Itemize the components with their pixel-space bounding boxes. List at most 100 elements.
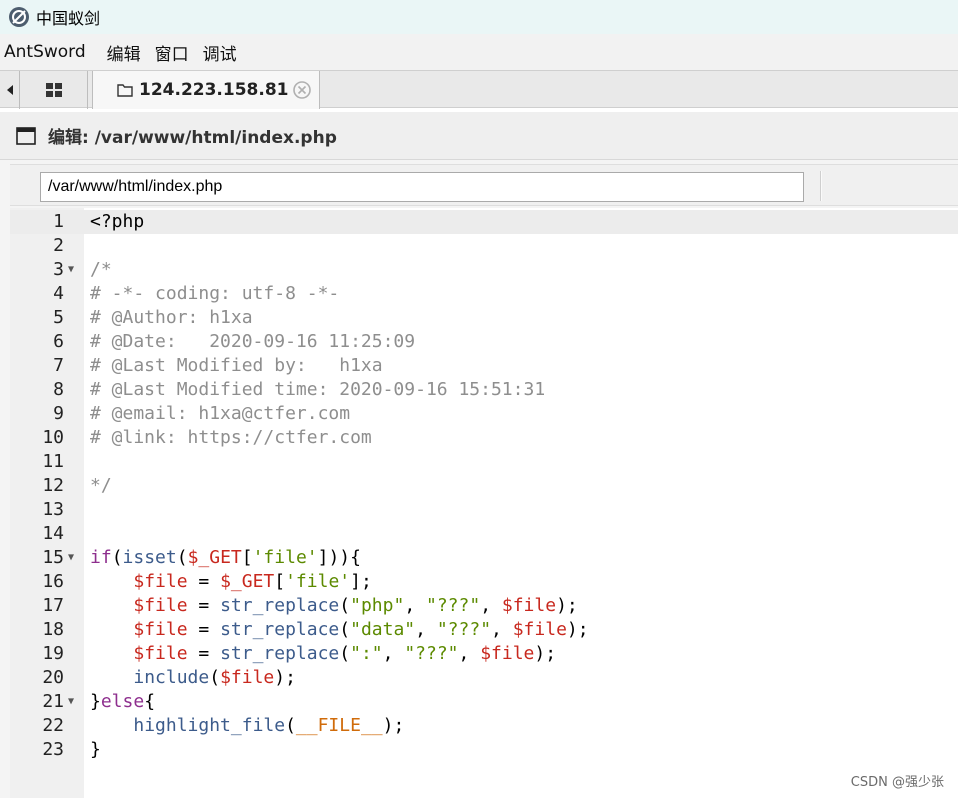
code-token: ( (209, 667, 221, 688)
tab-host[interactable]: 124.223.158.81 (92, 71, 320, 109)
line-number: 17 (42, 595, 64, 616)
line-number: 21 (42, 691, 64, 712)
line-number: 23 (42, 739, 64, 760)
code-token: ])){ (317, 547, 361, 568)
line-number: 10 (42, 427, 64, 448)
line-number: 2 (53, 235, 64, 256)
fold-arrow-icon[interactable]: ▼ (68, 546, 74, 570)
code-token: "???" (436, 619, 492, 640)
code-token: ( (339, 619, 351, 640)
code-token: $file (480, 643, 535, 664)
code-line[interactable]: 15 ▼ if(isset($_GET['file'])){ (10, 546, 958, 570)
code-token: # -*- coding: utf-8 -*- (90, 283, 340, 304)
line-number: 6 (53, 331, 64, 352)
line-number: 15 (42, 547, 64, 568)
code-text: # @Author: h1xa (90, 306, 253, 330)
code-line[interactable]: 8 # @Last Modified time: 2020-09-16 15:51… (10, 378, 958, 402)
code-text: # @Last Modified time: 2020-09-16 15:51:… (90, 378, 545, 402)
code-text: # @link: https://ctfer.com (90, 426, 372, 450)
file-path-input[interactable] (40, 172, 804, 202)
line-number: 13 (42, 499, 64, 520)
tab-scroll-left-button[interactable] (0, 71, 20, 109)
code-line[interactable]: 13 (10, 498, 958, 522)
code-line[interactable]: 11 (10, 450, 958, 474)
code-line[interactable]: 6 # @Date: 2020-09-16 11:25:09 (10, 330, 958, 354)
code-text: $file = $_GET['file']; (90, 570, 371, 594)
code-editor[interactable]: 1 <?php 2 3 ▼/* 4 # -*- coding: utf-8 -*- 5 # @A… (10, 208, 958, 798)
code-token: __FILE__ (295, 715, 383, 736)
code-token: { (144, 691, 156, 712)
panel-header: 编辑: /var/www/html/index.php (0, 112, 958, 160)
panel-title: 编辑: /var/www/html/index.php (48, 128, 337, 148)
line-number: 19 (42, 643, 64, 664)
code-text: # @Last Modified by: h1xa (90, 354, 383, 378)
code-token: = (187, 571, 221, 592)
close-tab-icon[interactable] (292, 80, 312, 100)
code-line[interactable]: 22 highlight_file(__FILE__); (10, 714, 958, 738)
fold-arrow-icon[interactable]: ▼ (68, 258, 74, 282)
menu-window[interactable]: 窗口 (148, 40, 196, 65)
code-line[interactable]: 17 $file = str_replace("php", "???", $fi… (10, 594, 958, 618)
code-line[interactable]: 10 # @link: https://ctfer.com (10, 426, 958, 450)
code-token: # @Last Modified by: h1xa (90, 355, 383, 376)
line-number: 12 (42, 475, 64, 496)
watermark: CSDN @强少张 (850, 775, 944, 790)
code-line[interactable]: 3 ▼ /* (10, 258, 958, 282)
code-token: "???" (426, 595, 481, 616)
code-token: $file (133, 595, 188, 616)
line-number: 3 (53, 259, 64, 280)
code-token: # @Last Modified time: 2020-09-16 15:51:… (90, 379, 546, 400)
code-line[interactable]: 20 include($file); (10, 666, 958, 690)
window-icon (16, 126, 36, 145)
code-token: $file (220, 667, 275, 688)
code-token: highlight_file (133, 715, 286, 736)
code-token: } (90, 691, 101, 712)
code-token: ( (339, 643, 351, 664)
fold-arrow-icon[interactable]: ▼ (68, 690, 74, 714)
code-text: /* (90, 258, 112, 282)
code-token: str_replace (220, 643, 340, 664)
code-line[interactable]: 23} (10, 738, 958, 762)
code-line[interactable]: 9 # @email: h1xa@ctfer.com (10, 402, 958, 426)
code-token: include (133, 667, 210, 688)
line-number: 20 (42, 667, 64, 688)
code-line[interactable]: 2 (10, 234, 958, 258)
line-number: 22 (42, 715, 64, 736)
code-line[interactable]: 21 ▼}else{ (10, 690, 958, 714)
line-number: 5 (53, 307, 64, 328)
code-token: [ (241, 547, 253, 568)
code-token: /* (90, 259, 112, 280)
code-line[interactable]: 1 <?php (10, 210, 958, 234)
code-token: 'file' (252, 547, 318, 568)
title-bar: 中国蚁剑 (0, 0, 958, 34)
editor-panel: 编辑: /var/www/html/index.php 1<?php23▼/*4… (0, 112, 958, 798)
code-line[interactable]: 5 # @Author: h1xa (10, 306, 958, 330)
code-line[interactable]: 4 # -*- coding: utf-8 -*- (10, 282, 958, 306)
code-text: $file = str_replace("php", "???", $file)… (90, 594, 577, 618)
tab-home[interactable] (20, 71, 88, 109)
code-token: ( (285, 715, 296, 736)
code-line[interactable]: 16 $file = $_GET['file']; (10, 570, 958, 594)
grid-icon (45, 83, 62, 97)
line-number: 4 (53, 283, 64, 304)
code-line[interactable]: 19 $file = str_replace(":", "???", $file… (10, 642, 958, 666)
menu-antsword[interactable]: AntSword (0, 42, 100, 62)
code-token: else (100, 691, 145, 712)
code-token: , (480, 595, 502, 616)
code-line[interactable]: 18 $file = str_replace("data", "???", $f… (10, 618, 958, 642)
menu-debug[interactable]: 调试 (196, 40, 244, 65)
caret-left-icon (6, 85, 13, 95)
menu-bar: AntSword 编辑 窗口 调试 (0, 34, 958, 70)
menu-edit[interactable]: 编辑 (100, 40, 148, 65)
line-number: 16 (42, 571, 64, 592)
code-line[interactable]: 14 (10, 522, 958, 546)
code-text: if(isset($_GET['file'])){ (90, 546, 361, 570)
code-token: # @link: https://ctfer.com (90, 427, 372, 448)
code-token: ); (534, 643, 557, 664)
tab-host-label: 124.223.158.81 (139, 80, 289, 100)
code-line[interactable]: 7 # @Last Modified by: h1xa (10, 354, 958, 378)
code-line[interactable]: 12 */ (10, 474, 958, 498)
